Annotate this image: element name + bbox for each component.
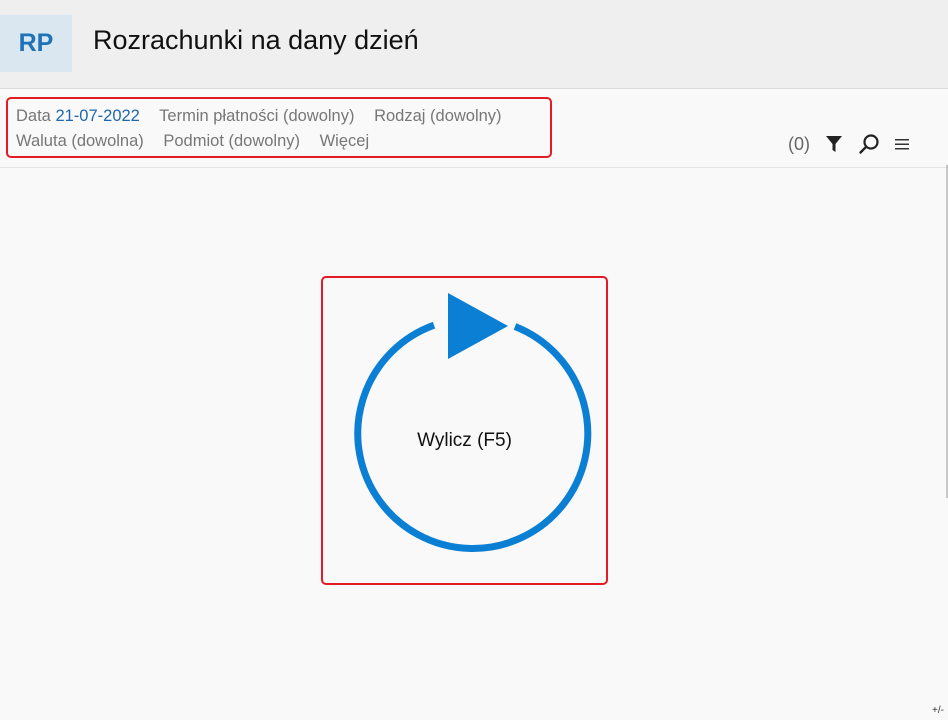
toolbar: (0): [788, 132, 924, 156]
filter-row-1: Data 21-07-2022 Termin płatności (dowoln…: [16, 107, 517, 126]
podmiot-filter[interactable]: Podmiot (dowolny): [163, 132, 300, 150]
zoom-toggle[interactable]: +/-: [932, 705, 944, 716]
filter-highlight-box: Data 21-07-2022 Termin płatności (dowoln…: [6, 97, 552, 158]
waluta-filter[interactable]: Waluta (dowolna): [16, 132, 144, 150]
date-filter-label: Data: [16, 107, 51, 125]
filter-row-2: Waluta (dowolna) Podmiot (dowolny) Więce…: [16, 132, 384, 151]
calculate-button[interactable]: Wylicz (F5): [321, 276, 608, 585]
filter-count: (0): [788, 133, 810, 154]
app-header: RP Rozrachunki na dany dzień: [0, 0, 948, 89]
wiecej-filter[interactable]: Więcej: [320, 132, 370, 150]
date-filter-value[interactable]: 21-07-2022: [55, 107, 139, 125]
search-icon[interactable]: [858, 133, 880, 155]
termin-filter[interactable]: Termin płatności (dowolny): [159, 107, 354, 125]
rodzaj-filter[interactable]: Rodzaj (dowolny): [374, 107, 501, 125]
filter-bar: Data 21-07-2022 Termin płatności (dowoln…: [0, 89, 948, 168]
menu-icon[interactable]: [894, 136, 910, 152]
date-filter[interactable]: Data 21-07-2022: [16, 107, 140, 125]
filter-icon[interactable]: [824, 134, 844, 154]
page-title: Rozrachunki na dany dzień: [93, 25, 419, 55]
calculate-label: Wylicz (F5): [417, 430, 512, 451]
app-badge: RP: [0, 15, 72, 72]
